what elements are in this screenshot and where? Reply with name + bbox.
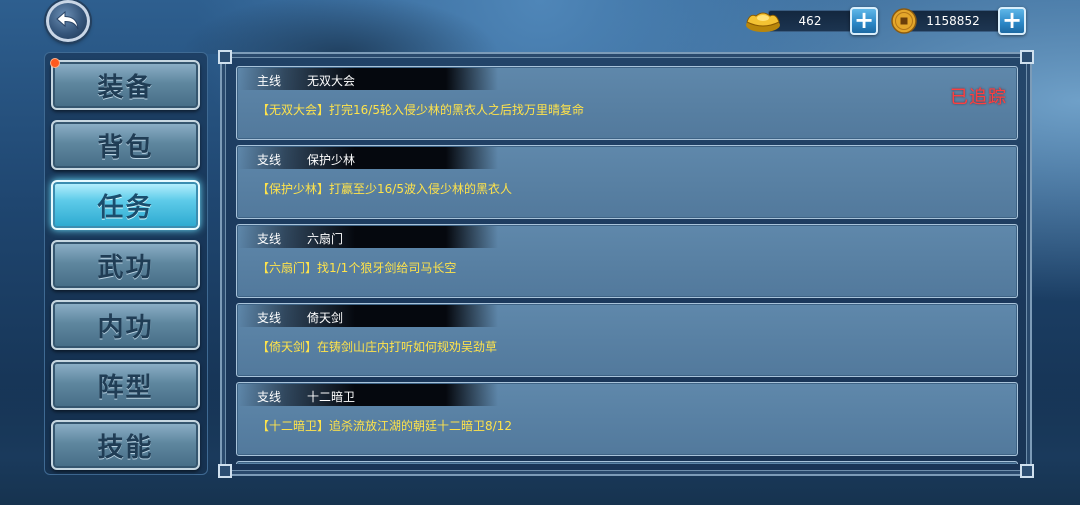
quest-description: 【十二暗卫】追杀流放江湖的朝廷十二暗卫8/12 bbox=[257, 419, 512, 433]
quest-type: 主线 bbox=[257, 74, 282, 88]
quest-type: 支线 bbox=[257, 232, 282, 246]
quest-name: 倚天剑 bbox=[307, 311, 344, 325]
back-button[interactable] bbox=[46, 0, 90, 42]
panel-corner-ornament bbox=[218, 50, 232, 64]
quest-name: 无双大会 bbox=[307, 74, 356, 88]
quest-description: 【保护少林】打赢至少16/5波入侵少林的黑衣人 bbox=[257, 182, 512, 196]
panel-corner-ornament bbox=[218, 464, 232, 478]
panel-corner-ornament bbox=[1020, 50, 1034, 64]
add-coin-button[interactable]: + bbox=[998, 7, 1026, 35]
quest-panel: 主线 无双大会 【无双大会】打完16/5轮入侵少林的黑衣人之后找万里晴复命 已追… bbox=[218, 50, 1034, 478]
quest-item[interactable]: 支线 十二暗卫 【十二暗卫】追杀流放江湖的朝廷十二暗卫8/12 bbox=[236, 382, 1018, 456]
quest-name: 六扇门 bbox=[307, 232, 344, 246]
quest-type: 支线 bbox=[257, 390, 282, 404]
nav-tab-label: 任务 bbox=[97, 192, 154, 223]
nav-tab-formation[interactable]: 阵型 bbox=[51, 360, 200, 410]
quest-item[interactable]: 主线 无双大会 【无双大会】打完16/5轮入侵少林的黑衣人之后找万里晴复命 已追… bbox=[236, 66, 1018, 140]
nav-tab-bag[interactable]: 背包 bbox=[51, 120, 200, 170]
nav-tab-label: 背包 bbox=[97, 132, 154, 163]
ingot-value: 462 bbox=[798, 14, 822, 28]
nav-tab-skills[interactable]: 技能 bbox=[51, 420, 200, 470]
coin-currency: 1158852 + bbox=[890, 7, 1028, 35]
nav-tab-inner-power[interactable]: 内功 bbox=[51, 300, 200, 350]
quest-name: 保护少林 bbox=[307, 153, 356, 167]
quest-item[interactable]: 支线 六扇门 【六扇门】找1/1个狼牙剑给司马长空 bbox=[236, 224, 1018, 298]
quest-description: 【六扇门】找1/1个狼牙剑给司马长空 bbox=[257, 261, 457, 275]
nav-tab-equipment[interactable]: 装备 bbox=[51, 60, 200, 110]
panel-corner-ornament bbox=[1020, 464, 1034, 478]
quest-item-partial[interactable] bbox=[236, 461, 1018, 464]
quest-item[interactable]: 支线 倚天剑 【倚天剑】在铸剑山庄内打听如何规劝吴劲草 bbox=[236, 303, 1018, 377]
nav-tab-label: 技能 bbox=[97, 432, 154, 463]
nav-tab-label: 武功 bbox=[97, 252, 154, 283]
quest-list[interactable]: 主线 无双大会 【无双大会】打完16/5轮入侵少林的黑衣人之后找万里晴复命 已追… bbox=[236, 66, 1018, 464]
nav-tab-label: 装备 bbox=[97, 72, 154, 103]
nav-tab-label: 内功 bbox=[97, 312, 154, 343]
coin-value: 1158852 bbox=[926, 14, 980, 28]
quest-description: 【倚天剑】在铸剑山庄内打听如何规劝吴劲草 bbox=[257, 340, 498, 354]
ingot-currency: 462 + bbox=[744, 7, 880, 35]
background-roof bbox=[180, 0, 500, 54]
quest-type: 支线 bbox=[257, 311, 282, 325]
copper-coin-icon bbox=[891, 8, 917, 34]
nav-tab-quests[interactable]: 任务 bbox=[51, 180, 200, 230]
plus-icon: + bbox=[853, 6, 875, 34]
quest-description: 【无双大会】打完16/5轮入侵少林的黑衣人之后找万里晴复命 bbox=[257, 103, 584, 117]
quest-type: 支线 bbox=[257, 153, 282, 167]
quest-tracked-status: 已追踪 bbox=[950, 87, 1007, 108]
nav-tab-label: 阵型 bbox=[97, 372, 154, 403]
plus-icon: + bbox=[1001, 6, 1023, 34]
back-arrow-icon bbox=[56, 10, 79, 30]
quest-item[interactable]: 支线 保护少林 【保护少林】打赢至少16/5波入侵少林的黑衣人 bbox=[236, 145, 1018, 219]
nav-tab-martial-arts[interactable]: 武功 bbox=[51, 240, 200, 290]
notification-dot bbox=[50, 58, 60, 68]
gold-ingot-icon bbox=[746, 12, 780, 32]
coin-amount: 1158852 bbox=[906, 10, 1000, 32]
add-ingot-button[interactable]: + bbox=[850, 7, 878, 35]
quest-name: 十二暗卫 bbox=[307, 390, 356, 404]
